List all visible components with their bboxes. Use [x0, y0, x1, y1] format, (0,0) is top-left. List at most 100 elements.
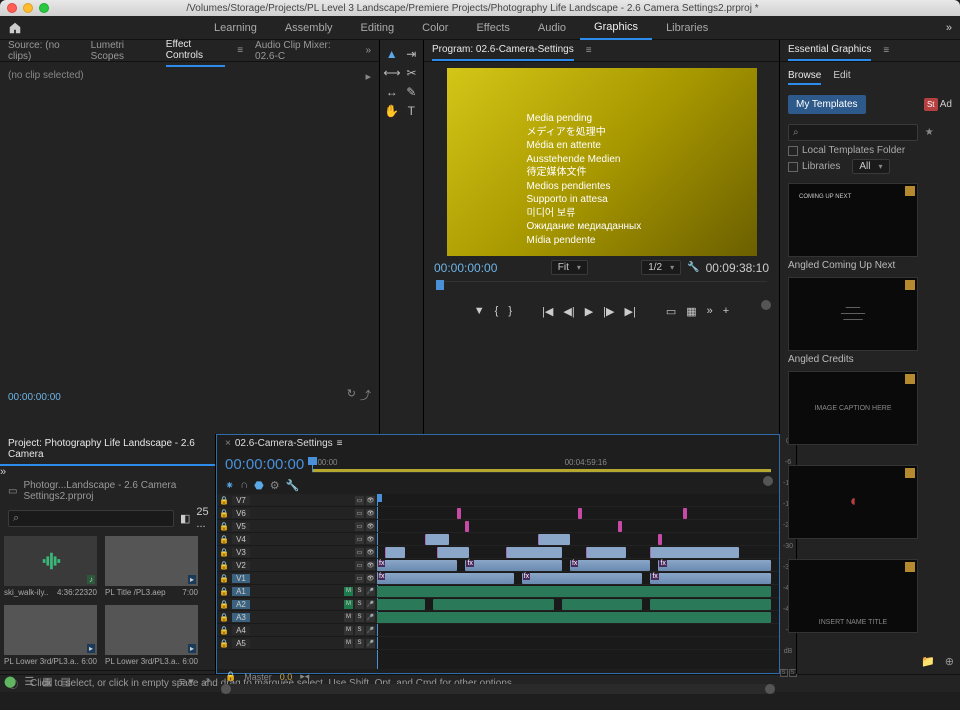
- timeline-scroll-handle[interactable]: [763, 476, 773, 486]
- track-v6[interactable]: 🔒V6▭👁: [217, 507, 377, 520]
- snap-icon[interactable]: ⁕: [225, 479, 234, 492]
- timeline-playhead[interactable]: [312, 457, 313, 472]
- button-editor-plus[interactable]: +: [723, 305, 729, 318]
- tab-source[interactable]: Source: (no clips): [8, 36, 79, 66]
- project-overflow-button[interactable]: »: [0, 466, 6, 478]
- source-loop-icon[interactable]: ↻: [347, 387, 356, 403]
- ws-editing[interactable]: Editing: [347, 16, 409, 40]
- favorite-icon[interactable]: ★: [925, 127, 934, 138]
- solo-left-button[interactable]: S: [780, 669, 788, 677]
- source-timecode[interactable]: 00:00:00:00: [8, 392, 61, 403]
- ws-color[interactable]: Color: [408, 16, 462, 40]
- ws-audio[interactable]: Audio: [524, 16, 580, 40]
- source-overflow-button[interactable]: »: [365, 45, 371, 56]
- eg-folder-icon[interactable]: 📁: [921, 655, 935, 668]
- program-left-timecode[interactable]: 00:00:00:00: [434, 261, 497, 275]
- program-ruler[interactable]: [436, 281, 767, 299]
- lift-button[interactable]: ▭: [666, 305, 676, 318]
- track-v1[interactable]: 🔒V1▭👁: [217, 572, 377, 585]
- fit-dropdown[interactable]: Fit: [551, 260, 588, 275]
- type-tool[interactable]: T: [404, 103, 420, 119]
- stock-badge[interactable]: St: [924, 98, 938, 111]
- template-item[interactable]: ━━━━━━━━━━━━━━━━━━━━━━━━ Angled Credits: [788, 277, 952, 365]
- hand-tool[interactable]: ✋: [384, 103, 400, 119]
- marker-icon[interactable]: ⬣: [254, 479, 264, 492]
- eg-edit-tab[interactable]: Edit: [833, 70, 850, 85]
- track-v4[interactable]: 🔒V4▭👁: [217, 533, 377, 546]
- ws-libraries[interactable]: Libraries: [652, 16, 722, 40]
- program-transport: ▼ { } |◀ ◀| ▶ |▶ ▶| ▭ ▦ » +: [428, 301, 775, 322]
- program-scroll-handle[interactable]: [761, 300, 771, 310]
- export-frame-button[interactable]: »: [707, 305, 713, 318]
- program-playhead[interactable]: [436, 280, 444, 290]
- effect-toggle-icon[interactable]: ▸: [365, 70, 371, 83]
- settings-icon[interactable]: 🔧: [687, 262, 699, 273]
- timeline-timecode[interactable]: 00:00:00:00: [225, 456, 304, 473]
- extract-button[interactable]: ▦: [686, 305, 696, 318]
- workspace-overflow-button[interactable]: »: [946, 22, 952, 34]
- ws-effects[interactable]: Effects: [462, 16, 523, 40]
- track-a1[interactable]: 🔒A1MS🎤: [217, 585, 377, 598]
- linked-selection-icon[interactable]: ∩: [240, 479, 248, 492]
- source-export-icon[interactable]: ⤴: [360, 387, 371, 403]
- mark-out-button[interactable]: }: [508, 305, 512, 318]
- track-v5[interactable]: 🔒V5▭👁: [217, 520, 377, 533]
- timeline-content[interactable]: [377, 494, 779, 669]
- local-folder-checkbox[interactable]: Local Templates Folder: [788, 145, 952, 156]
- track-a3[interactable]: 🔒A3MS🎤: [217, 611, 377, 624]
- project-search-input[interactable]: [8, 510, 174, 527]
- tab-lumetri-scopes[interactable]: Lumetri Scopes: [91, 36, 154, 66]
- sequence-menu-icon[interactable]: ≡: [337, 438, 343, 449]
- tab-project[interactable]: Project: Photography Life Landscape - 2.…: [0, 434, 215, 466]
- timeline-zoom-bar[interactable]: [221, 684, 775, 694]
- wrench-icon[interactable]: 🔧: [286, 479, 300, 492]
- track-a5[interactable]: 🔒A5MS🎤: [217, 637, 377, 650]
- ws-graphics[interactable]: Graphics: [580, 16, 652, 40]
- eg-browse-tab[interactable]: Browse: [788, 70, 821, 85]
- track-a2[interactable]: 🔒A2MS🎤: [217, 598, 377, 611]
- step-back-button[interactable]: ◀|: [563, 305, 574, 318]
- project-item[interactable]: ♪ ski_walk-ily..4:36:22320: [4, 536, 97, 597]
- program-monitor[interactable]: Media pending メディアを処理中 Média en attente …: [447, 68, 757, 256]
- program-panel-menu-icon[interactable]: ≡: [586, 45, 592, 56]
- in-out-range[interactable]: [312, 469, 771, 472]
- libraries-dropdown[interactable]: All: [852, 159, 889, 174]
- info-icon: ⓘ: [8, 676, 18, 691]
- template-search-input[interactable]: [788, 124, 918, 141]
- track-v2[interactable]: 🔒V2▭👁: [217, 559, 377, 572]
- step-forward-button[interactable]: |▶: [603, 305, 614, 318]
- pen-tool[interactable]: ✎: [404, 84, 420, 100]
- tab-program[interactable]: Program: 02.6-Camera-Settings: [432, 40, 574, 61]
- tab-audio-clip-mixer[interactable]: Audio Clip Mixer: 02.6-C: [255, 36, 353, 66]
- ripple-tool[interactable]: ⟷: [384, 65, 400, 81]
- track-select-tool[interactable]: ⇥: [404, 46, 420, 62]
- mark-in-button[interactable]: {: [495, 305, 499, 318]
- track-a4[interactable]: 🔒A4MS🎤: [217, 624, 377, 637]
- project-item[interactable]: ▸ PL Lower 3rd/PL3.a..6:00: [4, 605, 97, 666]
- track-v3[interactable]: 🔒V3▭👁: [217, 546, 377, 559]
- eg-panel-menu-icon[interactable]: ≡: [883, 45, 889, 56]
- add-marker-button[interactable]: ▼: [474, 305, 485, 318]
- go-to-in-button[interactable]: |◀: [542, 305, 553, 318]
- settings-icon[interactable]: ⚙: [270, 479, 280, 492]
- close-sequence-button[interactable]: ×: [225, 438, 231, 449]
- track-v7[interactable]: 🔒V7▭👁: [217, 494, 377, 507]
- go-to-out-button[interactable]: ▶|: [625, 305, 636, 318]
- slip-tool[interactable]: ↔: [384, 84, 400, 100]
- razor-tool[interactable]: ✂: [404, 65, 419, 81]
- template-item[interactable]: COMING UP NEXT Angled Coming Up Next: [788, 183, 952, 271]
- ruler-mark-1: 00:04:59:16: [565, 458, 607, 467]
- my-templates-button[interactable]: My Templates: [788, 95, 866, 114]
- panel-menu-icon[interactable]: ≡: [237, 45, 243, 56]
- project-item[interactable]: ▸ PL Title /PL3.aep7:00: [105, 536, 198, 597]
- tab-essential-graphics[interactable]: Essential Graphics: [788, 40, 871, 61]
- tab-sequence[interactable]: 02.6-Camera-Settings: [235, 438, 333, 449]
- selection-tool[interactable]: ▲: [384, 46, 400, 62]
- find-icon[interactable]: ◧: [180, 512, 190, 525]
- project-item[interactable]: ▸ PL Lower 3rd/PL3.a..6:00: [105, 605, 198, 666]
- libraries-checkbox[interactable]: LibrariesAll: [788, 159, 952, 174]
- eg-new-icon[interactable]: ⊕: [945, 655, 954, 668]
- ad-label: Ad: [940, 99, 952, 110]
- play-button[interactable]: ▶: [585, 305, 593, 318]
- resolution-dropdown[interactable]: 1/2: [641, 260, 681, 275]
